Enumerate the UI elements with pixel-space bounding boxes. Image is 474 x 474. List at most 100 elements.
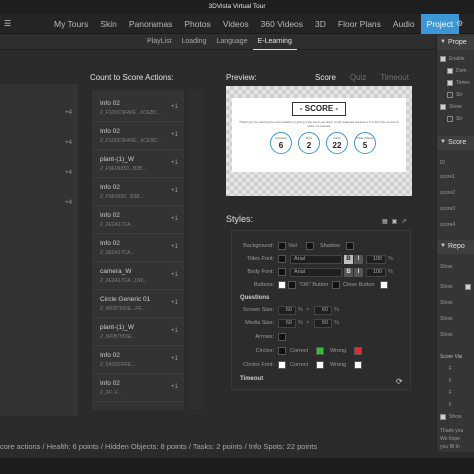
main-nav: My Tours Skin Panoramas Photos Videos 36…	[0, 14, 474, 34]
tab-audio[interactable]: Audio	[387, 14, 421, 34]
tab-videos[interactable]: Videos	[217, 14, 255, 34]
score-row[interactable]: score3	[440, 206, 455, 212]
tab-panoramas[interactable]: Panoramas	[123, 14, 178, 34]
correct-font-label: Correct	[290, 362, 309, 368]
subtab-language[interactable]: Language	[211, 34, 252, 50]
screen-height-input[interactable]: 60	[314, 306, 332, 315]
subtab-loading[interactable]: Loading	[177, 34, 212, 50]
tab-3d[interactable]: 3D	[309, 14, 332, 34]
settings-icon[interactable]: ⚙	[456, 20, 466, 28]
report-row: Show	[440, 300, 453, 306]
prop-checkbox[interactable]	[447, 80, 453, 86]
wrong-swatch[interactable]	[354, 347, 362, 355]
prop-checkbox[interactable]	[447, 68, 453, 74]
close-color-swatch[interactable]	[380, 281, 388, 289]
report-section-header[interactable]: ▼ Repo	[437, 240, 474, 254]
screen-width-unit: %	[298, 307, 303, 313]
count-to-score-list: Info 02 2_F1D0C9FA0E...6CEBC... +1 Info …	[92, 90, 184, 410]
score-card-title: - SCORE -	[292, 102, 346, 116]
correct-font-swatch[interactable]	[316, 361, 324, 369]
ok-button-swatch[interactable]	[288, 281, 296, 289]
arrows-swatch[interactable]	[278, 333, 286, 341]
report-checkbox[interactable]	[465, 284, 471, 290]
list-scrollbar[interactable]	[188, 90, 204, 410]
subtab-e-learning[interactable]: E-Learning	[252, 34, 297, 50]
prop-checkbox[interactable]	[447, 116, 453, 122]
titles-font-select[interactable]: Arial	[290, 255, 342, 264]
preview-tab-score[interactable]: Score	[315, 73, 336, 82]
list-item[interactable]: Info 02 2_5A0DFRFE... +1	[92, 346, 184, 374]
score-row[interactable]: score1	[440, 174, 455, 180]
body-color-swatch[interactable]	[278, 268, 286, 276]
score-row[interactable]: score4	[440, 222, 455, 228]
tab-my-tours[interactable]: My Tours	[48, 14, 94, 34]
styles-panel: Background: Veil Shadow Titles Font: Ari…	[231, 230, 411, 390]
body-bold-toggle[interactable]: B	[344, 268, 353, 277]
list-item[interactable]: Info 02 2_2E2A17CA... +1	[92, 234, 184, 262]
correct-label: Correct	[290, 348, 309, 354]
grid-icon[interactable]: ▦	[382, 218, 388, 225]
list-item[interactable]: Info 02 2_F9E0930...B3B... +1	[92, 178, 184, 206]
preview-tab-quiz[interactable]: Quiz	[350, 73, 366, 82]
item-points: +1	[171, 384, 178, 390]
share-icon[interactable]: ↗	[401, 218, 406, 225]
times-sign: ×	[306, 320, 310, 326]
item-code: 2_2E2A17CA...	[100, 250, 135, 256]
titles-size-input[interactable]: 100	[366, 255, 386, 264]
save-icon[interactable]: ▣	[392, 218, 398, 225]
subtab-playlist[interactable]: PlayList	[142, 34, 177, 50]
score-circle: Points 22	[326, 132, 348, 154]
close-button-swatch[interactable]	[332, 281, 340, 289]
score-section-header[interactable]: ▼ Score	[437, 136, 474, 150]
properties-section-header[interactable]: ▼ Prope	[437, 36, 474, 50]
questions-heading: Questions	[240, 295, 270, 301]
times-sign: ×	[306, 307, 310, 313]
list-item[interactable]: plant-(1)_W 2_F9E09350...B3B... +1	[92, 150, 184, 178]
circles-swatch[interactable]	[278, 347, 286, 355]
body-size-input[interactable]: 100	[366, 268, 386, 277]
score-row[interactable]: score2	[440, 190, 455, 196]
prop-row-label: Timeo	[456, 80, 470, 86]
correct-swatch[interactable]	[316, 347, 324, 355]
circle-label: Points	[333, 137, 341, 140]
menu-icon[interactable]: ☰	[4, 20, 14, 28]
titles-bold-toggle[interactable]: B	[344, 255, 353, 264]
sub-nav: PlayList Loading Language E-Learning	[0, 34, 474, 50]
titles-italic-toggle[interactable]: I	[354, 255, 363, 264]
list-item[interactable]: camera_W 2_2E2A17CA...DW... +1	[92, 262, 184, 290]
prop-checkbox[interactable]	[440, 104, 446, 110]
body-italic-toggle[interactable]: I	[354, 268, 363, 277]
ok-button-label: "OK" Button	[299, 282, 329, 288]
tab-360-videos[interactable]: 360 Videos	[255, 14, 309, 34]
circle-value: 2	[306, 141, 312, 150]
veil-swatch[interactable]	[306, 242, 314, 250]
wrong-font-swatch[interactable]	[354, 361, 362, 369]
buttons-swatch[interactable]	[278, 281, 286, 289]
circle-label: Score	[305, 137, 313, 140]
prop-checkbox[interactable]	[447, 92, 453, 98]
media-width-input[interactable]: 60	[278, 319, 296, 328]
show-checkbox[interactable]	[440, 414, 446, 420]
tab-skin[interactable]: Skin	[94, 14, 123, 34]
report-row: Show	[440, 316, 453, 322]
shadow-swatch[interactable]	[346, 242, 354, 250]
media-height-input[interactable]: 60	[314, 319, 332, 328]
circles-font-swatch[interactable]	[278, 361, 286, 369]
titles-color-swatch[interactable]	[278, 255, 286, 263]
tab-project[interactable]: Project	[420, 14, 460, 34]
list-item[interactable]: plant-(1)_W 2_WFB7550E... +1	[92, 318, 184, 346]
screen-width-input[interactable]: 60	[278, 306, 296, 315]
list-item[interactable]: Info 02 2_2F...F... +1	[92, 374, 184, 402]
list-item[interactable]: Info 02 2_F1D0C9FA0E...6CEBC... +1	[92, 122, 184, 150]
tab-floor-plans[interactable]: Floor Plans	[332, 14, 387, 34]
preview-tab-timeout[interactable]: Timeout	[380, 73, 409, 82]
tab-photos[interactable]: Photos	[178, 14, 216, 34]
body-font-select[interactable]: Arial	[290, 268, 342, 277]
list-item[interactable]: Info 02 2_F1D0C9FA0E...6CEBC... +1	[92, 94, 184, 122]
list-item[interactable]: Info 02 2_2E2A17CA... +1	[92, 206, 184, 234]
background-swatch[interactable]	[278, 242, 286, 250]
reset-icon[interactable]: ⟳	[396, 377, 403, 386]
enable-checkbox[interactable]	[440, 56, 446, 62]
list-item[interactable]: Circle Generic 01 2_WFB7550E...FF... +1	[92, 290, 184, 318]
circles-font-label: Circles Font:	[243, 362, 274, 368]
